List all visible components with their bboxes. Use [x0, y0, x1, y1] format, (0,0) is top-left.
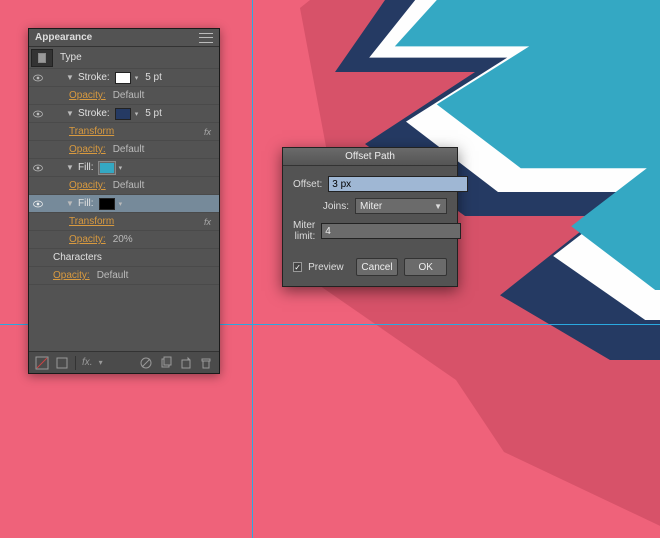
dialog-title-label: Offset Path	[345, 151, 395, 162]
panel-menu-icon[interactable]	[199, 33, 213, 43]
visibility-toggle-icon[interactable]	[31, 161, 45, 175]
stroke-swatch[interactable]	[115, 72, 131, 84]
visibility-toggle-icon[interactable]	[31, 197, 45, 211]
duplicate-item-icon[interactable]	[159, 356, 173, 370]
fill-swatch[interactable]	[99, 198, 115, 210]
appearance-row-effect[interactable]: Transform fx	[29, 213, 219, 231]
cancel-button[interactable]: Cancel	[356, 258, 399, 276]
row-label[interactable]: Opacity:	[53, 270, 90, 281]
opacity-value: Default	[113, 144, 145, 155]
row-label: Fill:	[78, 162, 94, 173]
new-item-icon[interactable]	[179, 356, 193, 370]
appearance-row-opacity[interactable]: Opacity: Default	[29, 267, 219, 285]
no-fill-icon[interactable]	[35, 356, 49, 370]
row-label: Stroke:	[78, 108, 110, 119]
stroke-swatch[interactable]	[115, 108, 131, 120]
swatch-dropdown-icon[interactable]: ▾	[135, 110, 139, 118]
clear-appearance-icon[interactable]	[139, 356, 153, 370]
row-label[interactable]: Transform	[69, 126, 114, 137]
appearance-row-fill[interactable]: ▼ Fill: ▾	[29, 195, 219, 213]
delete-item-icon[interactable]	[199, 356, 213, 370]
appearance-row-opacity[interactable]: Opacity: Default	[29, 177, 219, 195]
panel-title-label: Appearance	[35, 32, 92, 43]
chevron-down-icon: ▼	[434, 202, 442, 211]
stroke-box-icon[interactable]	[55, 356, 69, 370]
appearance-row-opacity[interactable]: Opacity: Default	[29, 87, 219, 105]
stroke-weight-value[interactable]: 5 pt	[145, 72, 162, 83]
disclosure-triangle-icon[interactable]: ▼	[65, 163, 75, 172]
disclosure-triangle-icon[interactable]: ▼	[65, 109, 75, 118]
miter-limit-label: Miter limit:	[293, 220, 315, 242]
visibility-toggle-icon[interactable]	[31, 107, 45, 121]
appearance-panel-title[interactable]: Appearance	[29, 29, 219, 47]
fill-swatch[interactable]	[99, 162, 115, 174]
preview-label: Preview	[308, 262, 344, 273]
swatch-dropdown-icon[interactable]: ▾	[119, 164, 123, 172]
add-effect-label[interactable]: fx.	[82, 357, 93, 368]
target-thumbnail-icon	[31, 49, 53, 67]
miter-limit-input[interactable]	[321, 223, 461, 239]
appearance-row-effect[interactable]: Transform fx	[29, 123, 219, 141]
ok-button[interactable]: OK	[404, 258, 447, 276]
appearance-row-opacity[interactable]: Opacity: 20%	[29, 231, 219, 249]
row-label[interactable]: Opacity:	[69, 90, 106, 101]
row-label[interactable]: Opacity:	[69, 234, 106, 245]
swatch-dropdown-icon[interactable]: ▾	[119, 200, 123, 208]
disclosure-triangle-icon[interactable]: ▼	[65, 199, 75, 208]
target-type-label: Type	[60, 52, 82, 63]
row-label: Stroke:	[78, 72, 110, 83]
stroke-weight-value[interactable]: 5 pt	[145, 108, 162, 119]
joins-field-label: Joins:	[293, 201, 349, 212]
opacity-value: Default	[97, 270, 129, 281]
joins-select[interactable]: Miter ▼	[355, 198, 447, 214]
dialog-title-bar[interactable]: Offset Path	[283, 148, 457, 166]
fx-indicator-icon: fx	[204, 127, 211, 137]
opacity-value: Default	[113, 180, 145, 191]
row-label: Characters	[53, 252, 102, 263]
opacity-value: 20%	[113, 234, 133, 245]
row-label: Fill:	[78, 198, 94, 209]
fx-dropdown-icon[interactable]: ▾	[99, 358, 103, 367]
appearance-row-opacity[interactable]: Opacity: Default	[29, 141, 219, 159]
swatch-dropdown-icon[interactable]: ▾	[135, 74, 139, 82]
appearance-target-row[interactable]: Type	[29, 47, 219, 69]
row-label[interactable]: Opacity:	[69, 144, 106, 155]
joins-select-value: Miter	[360, 201, 382, 212]
appearance-row-stroke[interactable]: ▼ Stroke: ▾ 5 pt	[29, 69, 219, 87]
row-label[interactable]: Transform	[69, 216, 114, 227]
appearance-row-fill[interactable]: ▼ Fill: ▾	[29, 159, 219, 177]
offset-path-dialog[interactable]: Offset Path Offset: Joins: Miter ▼ Miter…	[282, 147, 458, 287]
guide-vertical[interactable]	[252, 0, 253, 538]
disclosure-triangle-icon[interactable]: ▼	[65, 73, 75, 82]
offset-field-label: Offset:	[293, 179, 322, 190]
appearance-row-stroke[interactable]: ▼ Stroke: ▾ 5 pt	[29, 105, 219, 123]
row-label[interactable]: Opacity:	[69, 180, 106, 191]
fx-indicator-icon: fx	[204, 217, 211, 227]
offset-input[interactable]	[328, 176, 468, 192]
preview-checkbox[interactable]: ✓	[293, 262, 302, 272]
visibility-toggle-icon[interactable]	[31, 71, 45, 85]
opacity-value: Default	[113, 90, 145, 101]
appearance-panel-footer: fx. ▾	[29, 351, 219, 373]
appearance-row-characters[interactable]: Characters	[29, 249, 219, 267]
appearance-panel[interactable]: Appearance Type ▼ Stroke: ▾ 5 pt Opacity…	[28, 28, 220, 374]
